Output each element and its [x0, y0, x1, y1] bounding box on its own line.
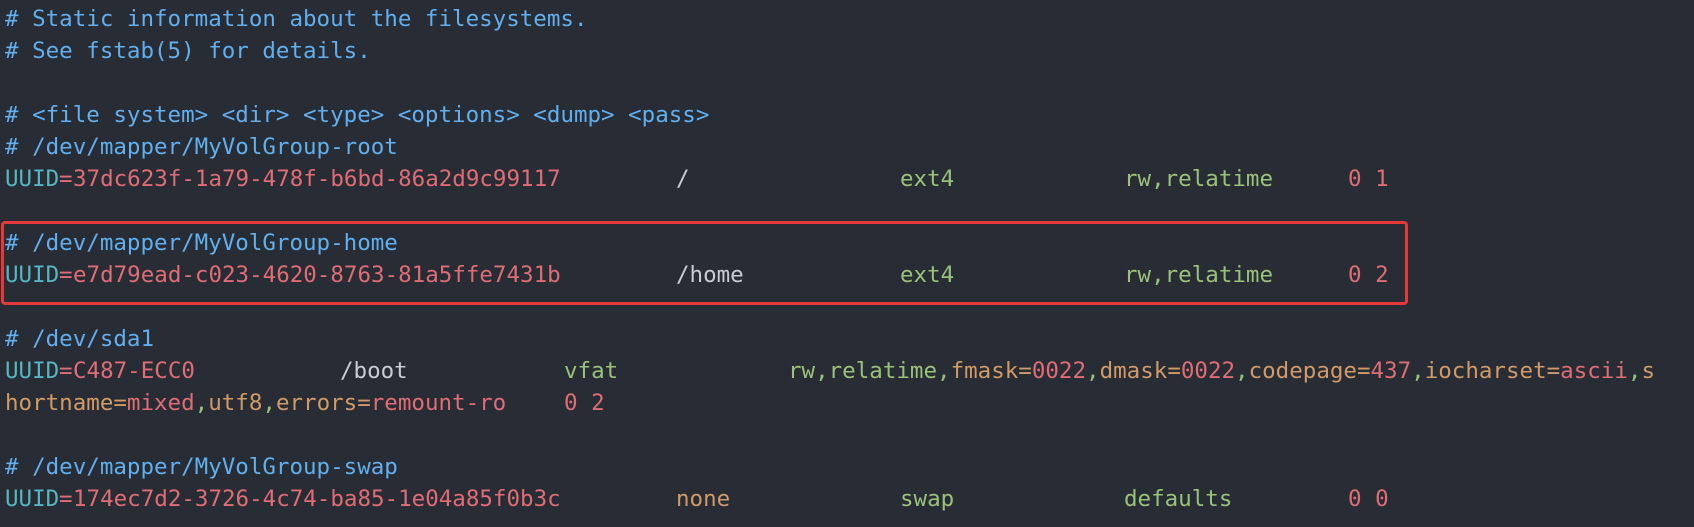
option-codepage-key: codepage: [1248, 358, 1357, 384]
option-fmask-key: fmask: [950, 358, 1019, 384]
comment-home-device: # /dev/mapper/MyVolGroup-home: [5, 230, 398, 256]
uuid-value: 37dc623f-1a79-478f-b6bd-86a2d9c99117: [73, 166, 561, 192]
comment-swap-device: # /dev/mapper/MyVolGroup-swap: [5, 454, 398, 480]
uuid-equals: =: [59, 358, 73, 384]
uuid-equals: =: [59, 262, 73, 288]
comment-root-device: # /dev/mapper/MyVolGroup-root: [5, 134, 398, 160]
option-separator: ,: [1086, 358, 1100, 384]
option-errors-value: remount-ro: [370, 390, 507, 416]
fstab-entry-swap: UUID = 174ec7d2-3726-4c74-ba85-1e04a85f0…: [5, 483, 1685, 515]
fstab-entry-boot-wrapped: hortname=mixed,utf8,errors=remount-ro 0 …: [5, 387, 1005, 419]
fstab-editor[interactable]: # Static information about the filesyste…: [0, 0, 1694, 527]
comment-line-columns-header: # <file system> <dir> <type> <options> <…: [5, 102, 710, 128]
uuid-key: UUID: [5, 166, 60, 192]
option-equals: =: [113, 390, 127, 416]
option-dmask-value: 0022: [1180, 358, 1236, 384]
uuid-equals: =: [59, 486, 73, 512]
option-relatime: relatime: [1164, 262, 1274, 288]
option-separator: ,: [1627, 358, 1642, 384]
comment-boot-device: # /dev/sda1: [5, 326, 155, 352]
comment-line-see-fstab: # See fstab(5) for details.: [5, 38, 371, 64]
mount-dir: none: [676, 486, 731, 512]
comment-line-static-info: # Static information about the filesyste…: [5, 6, 588, 32]
fs-type: swap: [900, 486, 955, 512]
option-separator: ,: [1411, 358, 1425, 384]
option-separator: ,: [1151, 166, 1165, 192]
option-fmask-value: 0022: [1031, 358, 1087, 384]
mount-options: rw,relatime,fmask=0022,dmask=0022,codepa…: [788, 355, 1655, 387]
option-rw: rw: [1124, 262, 1152, 288]
option-shortname-value: mixed: [126, 390, 195, 416]
mount-options: rw,relatime: [1124, 259, 1273, 291]
uuid-equals: =: [59, 166, 73, 192]
option-separator: ,: [815, 358, 829, 384]
option-equals: =: [1167, 358, 1181, 384]
option-errors-key: errors: [275, 390, 358, 416]
fs-type: ext4: [900, 262, 955, 288]
option-separator: ,: [1151, 262, 1165, 288]
option-shortname-key-start: s: [1641, 358, 1655, 384]
option-dmask-key: dmask: [1099, 358, 1168, 384]
uuid-value: C487-ECC0: [73, 358, 195, 384]
mount-options-continued: hortname=mixed,utf8,errors=remount-ro: [5, 387, 506, 419]
option-equals: =: [357, 390, 371, 416]
option-relatime: relatime: [1164, 166, 1274, 192]
mount-dir: /boot: [340, 358, 408, 384]
fstab-entry-boot: UUID = C487-ECC0 /boot vfat rw,relatime,…: [5, 355, 1690, 387]
dump-pass: 0 2: [564, 390, 605, 416]
option-separator: ,: [262, 390, 276, 416]
option-rw: rw: [1124, 166, 1152, 192]
fstab-entry-home: UUID = e7d79ead-c023-4620-8763-81a5ffe74…: [5, 259, 1685, 291]
option-relatime: relatime: [828, 358, 938, 384]
mount-dir: /home: [676, 262, 744, 288]
mount-dir: /: [676, 166, 690, 192]
option-iocharset-value: ascii: [1560, 358, 1628, 384]
option-separator: ,: [1235, 358, 1249, 384]
option-rw: rw: [788, 358, 816, 384]
mount-options: rw,relatime: [1124, 163, 1273, 195]
fs-type: vfat: [564, 358, 619, 384]
uuid-value: e7d79ead-c023-4620-8763-81a5ffe7431b: [73, 262, 561, 288]
option-separator: ,: [937, 358, 951, 384]
uuid-key: UUID: [5, 486, 60, 512]
fstab-entry-root: UUID = 37dc623f-1a79-478f-b6bd-86a2d9c99…: [5, 163, 1685, 195]
dump-pass: 0 0: [1348, 486, 1389, 512]
option-utf8: utf8: [208, 390, 263, 416]
option-shortname-key-end: hortname: [5, 390, 114, 416]
option-iocharset-key: iocharset: [1424, 358, 1547, 384]
uuid-value: 174ec7d2-3726-4c74-ba85-1e04a85f0b3c: [73, 486, 561, 512]
option-equals: =: [1546, 358, 1561, 384]
option-separator: ,: [194, 390, 209, 416]
fs-type: ext4: [900, 166, 955, 192]
mount-options: defaults: [1124, 486, 1233, 512]
option-equals: =: [1018, 358, 1032, 384]
option-codepage-value: 437: [1370, 358, 1412, 384]
dump-pass: 0 2: [1348, 262, 1389, 288]
option-equals: =: [1356, 358, 1371, 384]
uuid-key: UUID: [5, 262, 60, 288]
uuid-key: UUID: [5, 358, 60, 384]
dump-pass: 0 1: [1348, 166, 1389, 192]
